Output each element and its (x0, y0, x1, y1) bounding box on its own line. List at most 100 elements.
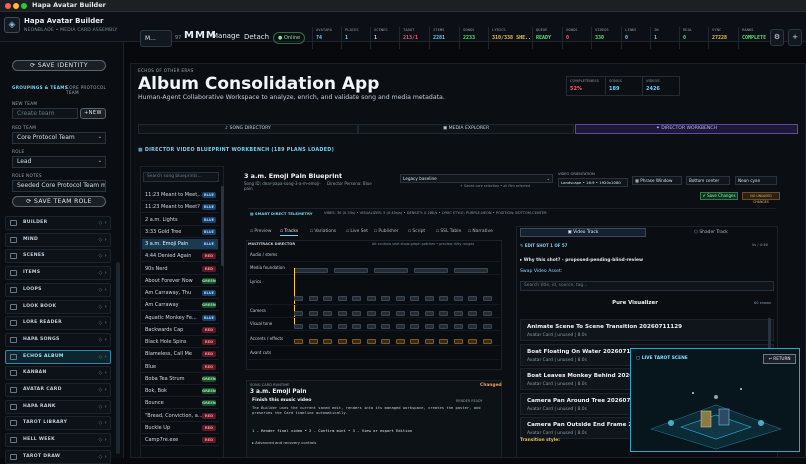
song-list-item[interactable]: Boba Tea Strum GREEN (142, 374, 218, 385)
track-clip[interactable] (468, 324, 477, 329)
track-clip[interactable] (424, 324, 434, 329)
track-clip[interactable] (454, 268, 488, 273)
sidebar-item-items[interactable]: ITEMS ◇ › (5, 266, 111, 281)
track-clip[interactable] (308, 296, 318, 301)
subtab-preview[interactable]: ▫ Preview (250, 227, 271, 236)
track-clip[interactable] (366, 296, 376, 301)
track-clip[interactable] (323, 296, 332, 301)
song-list-item[interactable]: Blue RED (142, 362, 218, 373)
team-select[interactable]: Core Protocol Team ⌄ (12, 132, 106, 144)
sidebar-item-scenes[interactable]: SCENES ◇ › (5, 249, 111, 264)
new-team-button[interactable]: +NEW (80, 108, 106, 119)
track-clip[interactable] (381, 296, 390, 301)
song-list-item[interactable]: "Bread, Conviction, a... RED (142, 411, 218, 422)
track-clip[interactable] (294, 324, 303, 329)
track-clip[interactable] (308, 324, 318, 329)
song-list-item[interactable]: Blameless, Call Me RED (142, 349, 218, 361)
track-clip[interactable] (468, 296, 477, 301)
track-clip[interactable] (352, 339, 361, 344)
return-button[interactable]: ↩ RETURN (763, 354, 796, 364)
track-clip[interactable] (410, 339, 419, 344)
color-select[interactable]: Neon cyan (735, 176, 777, 185)
track-clip[interactable] (337, 339, 347, 344)
save-team-role-button[interactable]: ⟳ SAVE TEAM ROLE (12, 196, 106, 207)
minimize-window-button[interactable] (13, 3, 19, 9)
song-list-item[interactable]: Buckle Up RED (142, 423, 218, 434)
track-clip[interactable] (337, 311, 347, 316)
shader-track-tab[interactable]: ⬡ Shader Track (648, 228, 774, 237)
track-clip[interactable] (374, 268, 408, 273)
subtab-narrative[interactable]: ▫ Narrative (468, 227, 493, 236)
tab-director-workbench[interactable]: ✦ DIRECTOR WORKBENCH (575, 124, 798, 134)
create-team-input[interactable]: Create team (12, 108, 78, 119)
track-row[interactable]: Audio / stems (248, 251, 500, 262)
track-clip[interactable] (308, 339, 318, 344)
pure-visualizer-option[interactable]: Pure Visualizer (560, 300, 710, 306)
swap-video-search[interactable]: Search title, id, source, tag... (520, 281, 774, 291)
gear-icon[interactable]: ⚙ (770, 29, 784, 46)
song-list-item[interactable]: 11:23 Meant to Meet,... BLUE (142, 190, 218, 201)
sidebar-item-hell-week[interactable]: HELL WEEK ◇ › (5, 433, 111, 448)
track-clip[interactable] (395, 324, 405, 329)
track-clip[interactable] (424, 339, 434, 344)
track-clip[interactable] (482, 324, 492, 329)
track-clip[interactable] (323, 339, 332, 344)
track-clip[interactable] (337, 324, 347, 329)
sidebar-item-builder[interactable]: BUILDER ◇ › (5, 216, 111, 230)
track-clip[interactable] (352, 296, 361, 301)
track-row[interactable]: Media foundation (248, 264, 500, 328)
song-list-item[interactable]: Am Carraway, Thu BLUE (142, 288, 218, 299)
track-clip[interactable] (439, 339, 448, 344)
song-list-item[interactable]: 4:44 Denied Again RED (142, 251, 218, 263)
sidebar-item-hapa-rank[interactable]: HAPA RANK ◇ › (5, 399, 111, 414)
sidebar-item-tarot-draw[interactable]: TAROT DRAW ◇ › (5, 449, 111, 464)
sidebar-item-kanban[interactable]: KANBAN ◇ › (5, 366, 111, 381)
track-clip[interactable] (453, 311, 463, 316)
subtab-publisher[interactable]: ▫ Publisher (374, 227, 399, 236)
track-clip[interactable] (468, 311, 477, 316)
sidebar-item-tarot-library[interactable]: TAROT LIBRARY ◇ › (5, 416, 111, 431)
advanced-controls-toggle[interactable]: ▸ Advanced and recovery controls (252, 440, 316, 445)
role-select[interactable]: Lead ⌄ (12, 156, 106, 168)
song-list-item[interactable]: Bok, Bok GREEN (142, 386, 218, 397)
video-track-tab[interactable]: ▣ Video Track (520, 228, 646, 237)
save-changes-button[interactable]: ✔ Save Changes (700, 192, 738, 200)
track-clip[interactable] (352, 324, 361, 329)
track-clip[interactable] (414, 268, 448, 273)
song-list-item[interactable]: 3 a.m. Emoji Pain BLUE (142, 239, 218, 250)
track-clip[interactable] (482, 296, 492, 301)
mode-select[interactable]: M... (140, 30, 172, 47)
track-clip[interactable] (366, 311, 376, 316)
track-clip[interactable] (439, 324, 448, 329)
track-clip[interactable] (294, 268, 328, 273)
video-asset-card[interactable]: Animate Scene To Scene Transition 202607… (520, 319, 774, 341)
subtab-live-set[interactable]: ▫ Live Set (346, 227, 368, 236)
track-clip[interactable] (337, 296, 347, 301)
song-list-item[interactable]: Aquatic Monkey Fe... BLUE (142, 313, 218, 324)
sidebar-item-hapa-songs[interactable]: HAPA SONGS ◇ › (5, 332, 111, 347)
track-clip[interactable] (352, 311, 361, 316)
track-clip[interactable] (395, 311, 405, 316)
track-clip[interactable] (294, 296, 303, 301)
track-clip[interactable] (439, 296, 448, 301)
track-clip[interactable] (453, 339, 463, 344)
track-clip[interactable] (424, 311, 434, 316)
sidebar-item-echos-album[interactable]: ECHOS ALBUM ◇ › (5, 349, 111, 364)
track-clip[interactable] (294, 311, 303, 316)
track-row[interactable]: Accents / effects (248, 335, 500, 346)
track-row[interactable]: Camera (248, 307, 500, 318)
track-clip[interactable] (439, 311, 448, 316)
song-list-scrollbar[interactable] (221, 186, 224, 266)
sidebar-item-loops[interactable]: LOOPS ◇ › (5, 282, 111, 297)
track-clip[interactable] (410, 324, 419, 329)
track-clip[interactable] (410, 311, 419, 316)
track-clip[interactable] (395, 339, 405, 344)
track-clip[interactable] (424, 296, 434, 301)
track-clip[interactable] (468, 339, 477, 344)
preset-select[interactable]: Legacy baseline ⌄ (400, 174, 553, 183)
why-shot-toggle[interactable]: ▸ Why this shot? - proposed-pending-blin… (520, 258, 643, 263)
sidebar-scrollbar[interactable] (116, 262, 120, 454)
tab-song-directory[interactable]: ♪ SONG DIRECTORY (138, 124, 358, 134)
track-clip[interactable] (323, 324, 332, 329)
subtab-variations[interactable]: ▫ Variations (310, 227, 336, 236)
